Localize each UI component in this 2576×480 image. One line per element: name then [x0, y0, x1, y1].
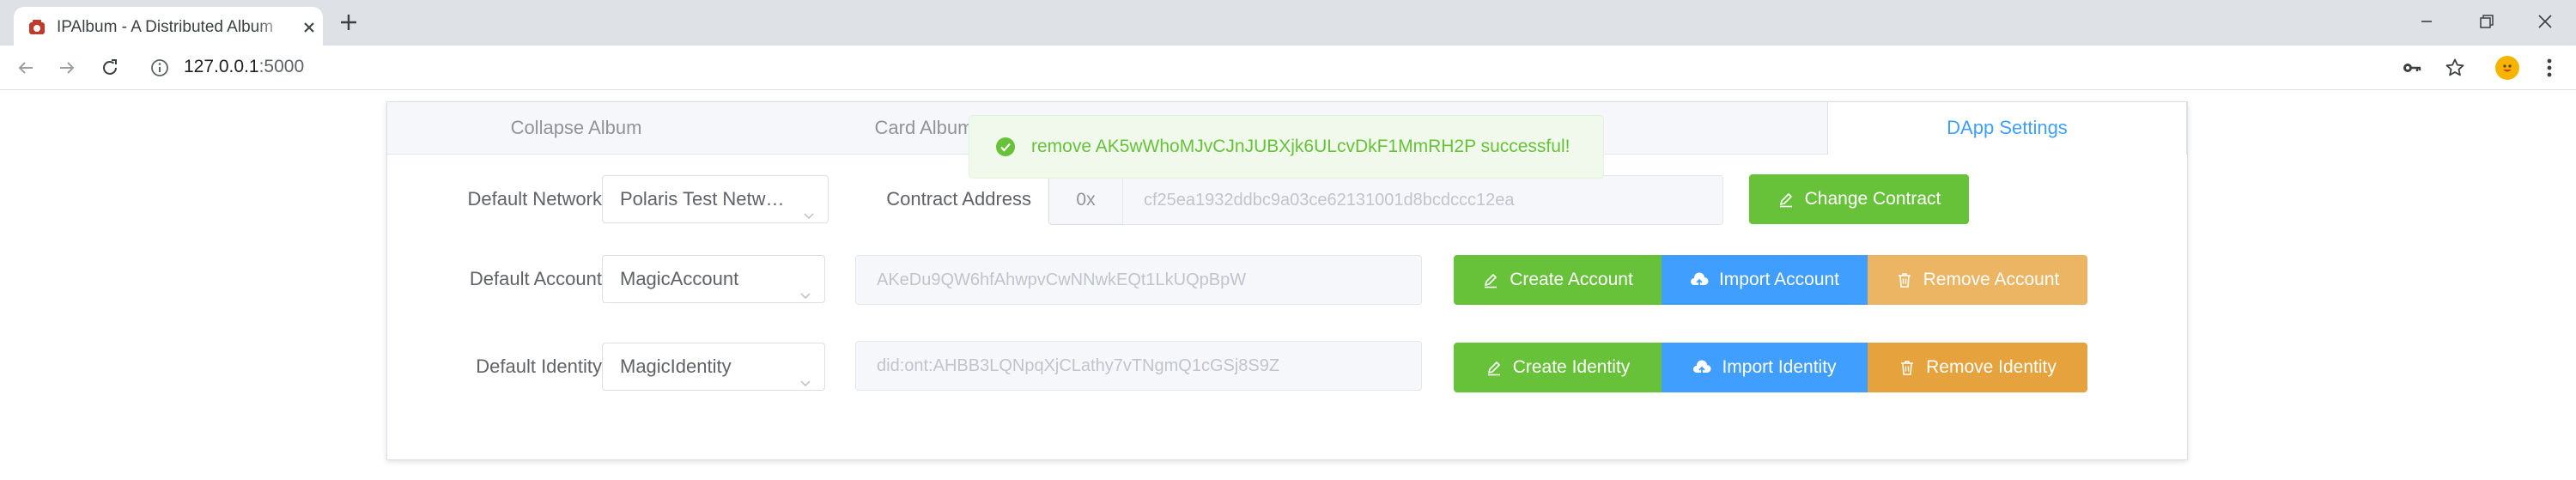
default-network-label: Default Network — [467, 188, 602, 210]
window-close-icon[interactable] — [2528, 7, 2562, 36]
import-identity-button[interactable]: Import Identity — [1662, 343, 1868, 392]
edit-icon — [1487, 362, 1500, 376]
chevron-down-icon — [799, 361, 812, 387]
browser-toolbar: 127.0.0.1:5000 — [0, 46, 2576, 90]
edit-icon — [1485, 274, 1498, 289]
menu-dots-icon[interactable] — [2538, 57, 2561, 79]
change-contract-label: Change Contract — [1804, 189, 1941, 209]
reload-icon[interactable] — [98, 56, 122, 80]
identity-select-value: MagicIdentity — [620, 355, 732, 377]
remove-account-label: Remove Account — [1923, 270, 2060, 289]
url-port: :5000 — [258, 57, 305, 76]
identity-ontid-input[interactable]: did:ont:AHBB3LQNpqXjCLathy7vTNgmQ1cGSj8S… — [855, 341, 1422, 391]
contract-address-label: Contract Address — [886, 188, 1031, 210]
key-icon[interactable] — [2401, 57, 2423, 79]
change-contract-button[interactable]: Change Contract — [1749, 174, 1969, 224]
edit-icon — [1779, 193, 1792, 208]
back-arrow-icon[interactable] — [14, 56, 38, 80]
account-select-value: MagicAccount — [620, 268, 739, 289]
browser-tab-title: IPAlbum - A Distributed Album — [57, 18, 274, 36]
create-identity-label: Create Identity — [1512, 357, 1631, 377]
address-bar[interactable]: 127.0.0.1:5000 — [184, 57, 304, 77]
network-select-value: Polaris Test Network — [620, 188, 793, 210]
forward-arrow-icon[interactable] — [55, 56, 79, 80]
create-identity-button[interactable]: Create Identity — [1454, 343, 1662, 392]
contract-address-input[interactable]: cf25ea1932ddbc9a03ce62131001d8bcdccc12ea — [1122, 175, 1723, 225]
import-account-label: Import Account — [1718, 270, 1840, 289]
browser-tab[interactable]: IPAlbum - A Distributed Album — [14, 7, 323, 46]
star-icon[interactable] — [2444, 57, 2466, 79]
trash-icon — [1901, 361, 1914, 375]
network-select[interactable]: Polaris Test Network — [602, 175, 829, 223]
remove-identity-label: Remove Identity — [1926, 357, 2057, 377]
create-account-label: Create Account — [1510, 270, 1633, 289]
success-toast: remove AK5wWhoMJvCJnJUBXjk6ULcvDkF1MmRH2… — [969, 115, 1604, 179]
browser-tabstrip: IPAlbum - A Distributed Album — [0, 0, 2576, 46]
account-address-input[interactable]: AKeDu9QW6hfAhwpvCwNNwkEQt1LkUQpBpW — [855, 255, 1422, 305]
tab-close-icon[interactable] — [301, 19, 318, 36]
contract-prefix: 0x — [1048, 175, 1122, 225]
identity-select[interactable]: MagicIdentity — [602, 343, 825, 391]
profile-avatar[interactable] — [2495, 56, 2519, 80]
success-check-icon — [996, 137, 1015, 156]
account-select[interactable]: MagicAccount — [602, 255, 825, 303]
cloud-upload-icon — [1690, 272, 1709, 287]
album-favicon-icon — [27, 18, 46, 37]
remove-identity-button[interactable]: Remove Identity — [1868, 343, 2087, 392]
import-account-button[interactable]: Import Account — [1662, 255, 1868, 305]
site-info-icon[interactable] — [148, 56, 172, 80]
trash-icon — [1898, 273, 1911, 288]
chevron-down-icon — [802, 193, 816, 220]
url-host: 127.0.0.1 — [184, 57, 259, 76]
remove-account-button[interactable]: Remove Account — [1868, 255, 2087, 305]
tab-dapp-settings[interactable]: DApp Settings — [1827, 102, 2187, 155]
create-account-button[interactable]: Create Account — [1454, 255, 1662, 305]
toast-message: remove AK5wWhoMJvCJnJUBXjk6ULcvDkF1MmRH2… — [1031, 137, 1571, 156]
default-identity-label: Default Identity — [476, 355, 602, 377]
chevron-down-icon — [799, 273, 812, 300]
restore-icon[interactable] — [2470, 7, 2504, 36]
tab-collapse-album[interactable]: Collapse Album — [387, 102, 765, 154]
import-identity-label: Import Identity — [1722, 357, 1837, 377]
new-tab-icon[interactable] — [337, 10, 361, 34]
cloud-upload-icon — [1693, 360, 1711, 374]
default-account-label: Default Account — [469, 268, 602, 289]
minimize-icon[interactable] — [2409, 7, 2444, 36]
